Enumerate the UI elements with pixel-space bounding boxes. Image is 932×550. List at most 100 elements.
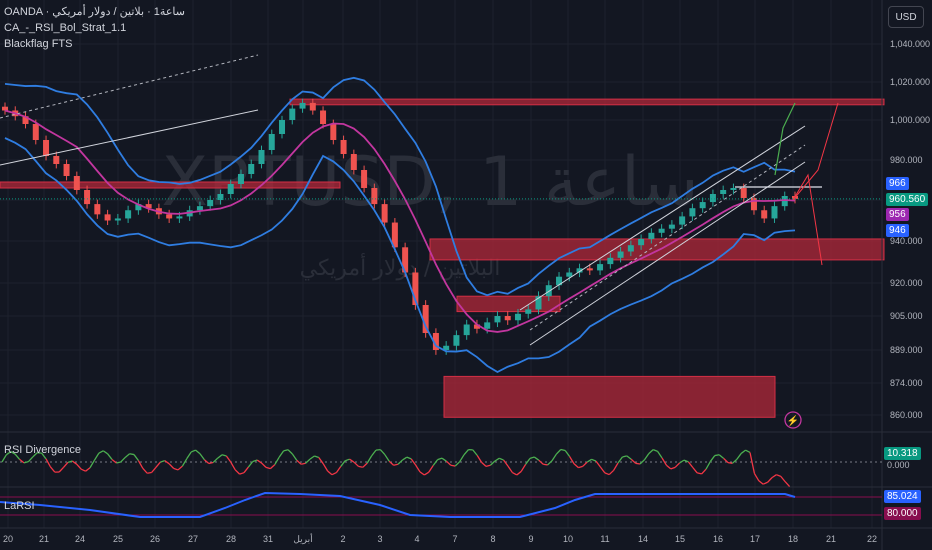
rsi-segment xyxy=(243,466,249,474)
rsi-segment xyxy=(670,466,676,470)
indicator-rsi-bol[interactable]: CA_-_RSI_Bol_Strat_1.1 xyxy=(4,22,126,35)
price-tag: 966 xyxy=(886,177,909,190)
rsi-segment xyxy=(274,456,280,465)
candle-body xyxy=(268,134,275,150)
candle-body xyxy=(453,335,460,346)
x-tick-label: 11 xyxy=(600,534,609,544)
rsi-segment xyxy=(160,460,165,463)
rsi-segment xyxy=(701,468,707,475)
rsi-segment xyxy=(76,463,82,470)
candle-body xyxy=(340,140,347,154)
rsi-segment xyxy=(441,457,447,462)
currency-button[interactable]: USD xyxy=(888,6,924,28)
candle-body xyxy=(597,264,604,271)
rsi-segment xyxy=(569,456,575,465)
x-tick-label: أبريل xyxy=(293,532,312,545)
candle-body xyxy=(320,110,327,124)
rsi-segment xyxy=(415,464,421,473)
rsi-segment xyxy=(525,457,531,465)
candle-body xyxy=(720,190,727,194)
rsi-segment xyxy=(45,458,51,468)
rsi-segment xyxy=(758,480,764,485)
rsi-segment xyxy=(547,460,553,466)
rsi-segment xyxy=(335,466,342,473)
x-tick-label: 28 xyxy=(226,534,236,544)
y-tick-label: 874.000 xyxy=(890,378,923,388)
candle-body xyxy=(504,316,511,321)
x-tick-label: 9 xyxy=(528,534,533,544)
rsi-segment xyxy=(225,455,232,463)
rsi-segment xyxy=(718,454,725,459)
rsi-segment xyxy=(23,461,29,464)
rsi-segment xyxy=(643,453,650,461)
y-tick-label: 980.000 xyxy=(890,155,923,165)
chart-canvas[interactable]: XPTUSD, 1 ساعةالبلاتين / دولار أمريكي⚡1,… xyxy=(0,0,932,550)
candle-body xyxy=(176,216,183,219)
candle-body xyxy=(248,164,255,174)
rsi-segment xyxy=(133,454,139,461)
y-tick-label: 920.000 xyxy=(890,278,923,288)
rsi-segment xyxy=(555,449,562,455)
rsi-segment xyxy=(186,451,192,460)
candle-body xyxy=(730,188,737,190)
rsi-segment xyxy=(534,456,540,461)
rsi-segment xyxy=(481,461,487,467)
rsi-segment xyxy=(85,467,91,472)
rsi-segment xyxy=(683,459,689,463)
x-tick-label: 10 xyxy=(563,534,573,544)
rsi-segment xyxy=(657,450,663,459)
rsi-segment xyxy=(736,453,742,460)
candle-body xyxy=(32,124,39,140)
rsi-segment xyxy=(551,453,557,462)
rsi-segment xyxy=(608,469,615,476)
indicator-blackflag[interactable]: Blackflag FTS xyxy=(4,38,72,51)
lightning-icon: ⚡ xyxy=(787,414,799,427)
rsi-segment xyxy=(560,448,566,452)
larsi-value: 85.024 xyxy=(884,490,921,503)
candle-body xyxy=(125,210,132,219)
rsi-segment xyxy=(129,453,135,456)
candle-body xyxy=(545,285,552,297)
y-tick-label: 889.000 xyxy=(890,345,923,355)
candle-body xyxy=(196,206,203,211)
larsi-title[interactable]: LaRSI xyxy=(4,500,35,513)
x-tick-label: 18 xyxy=(788,534,798,544)
rsi-segment xyxy=(578,465,583,469)
candle-body xyxy=(689,208,696,217)
rsi-divergence-ref: 0.000 xyxy=(887,460,910,470)
x-tick-label: 25 xyxy=(113,534,123,544)
rsi-segment xyxy=(379,449,386,455)
price-tag: 946 xyxy=(886,224,909,237)
x-tick-label: 8 xyxy=(490,534,495,544)
rsi-segment xyxy=(102,450,108,455)
x-tick-label: 31 xyxy=(263,534,273,544)
x-tick-label: 3 xyxy=(377,534,382,544)
x-tick-label: 7 xyxy=(452,534,457,544)
rsi-segment xyxy=(472,449,478,456)
x-tick-label: 15 xyxy=(675,534,685,544)
rsi-segment xyxy=(195,449,201,455)
rsi-segment xyxy=(538,459,544,465)
x-tick-label: 21 xyxy=(826,534,836,544)
rsi-segment xyxy=(322,463,329,472)
rsi-segment xyxy=(190,449,196,453)
candle-body xyxy=(638,238,645,246)
rsi-divergence-pane xyxy=(0,448,882,488)
zone-small-zone xyxy=(456,295,561,313)
rsi-segment xyxy=(776,474,782,477)
rsi-segment xyxy=(740,449,746,454)
y-tick-label: 1,020.000 xyxy=(890,77,930,87)
rsi-segment xyxy=(591,458,597,462)
rsi-segment xyxy=(265,466,271,470)
candle-body xyxy=(566,272,573,277)
zone-support-box xyxy=(443,375,776,418)
x-tick-label: 2 xyxy=(340,534,345,544)
rsi-segment xyxy=(58,466,65,473)
rsi-segment xyxy=(674,462,681,468)
candle-body xyxy=(309,102,316,111)
rsi-divergence-title[interactable]: RSI Divergence xyxy=(4,444,81,457)
rsi-segment xyxy=(516,470,522,476)
rsi-segment xyxy=(635,462,641,465)
rsi-segment xyxy=(520,464,527,472)
rsi-segment xyxy=(358,465,363,468)
